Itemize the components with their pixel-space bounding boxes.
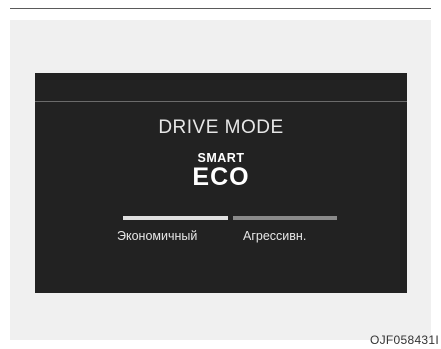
display-divider — [35, 101, 407, 102]
mode-name: ECO — [192, 163, 250, 191]
top-divider — [10, 8, 431, 9]
cluster-display: DRIVE MODE SMART ECO Экономичный Агресси… — [35, 73, 407, 293]
aggressive-bar — [233, 216, 337, 220]
aggressive-label: Агрессивн. — [243, 229, 307, 243]
economy-label: Экономичный — [117, 229, 198, 243]
economy-bar — [123, 216, 228, 220]
drive-mode-title: DRIVE MODE — [158, 117, 284, 138]
figure-code: OJF058431I — [369, 333, 439, 347]
